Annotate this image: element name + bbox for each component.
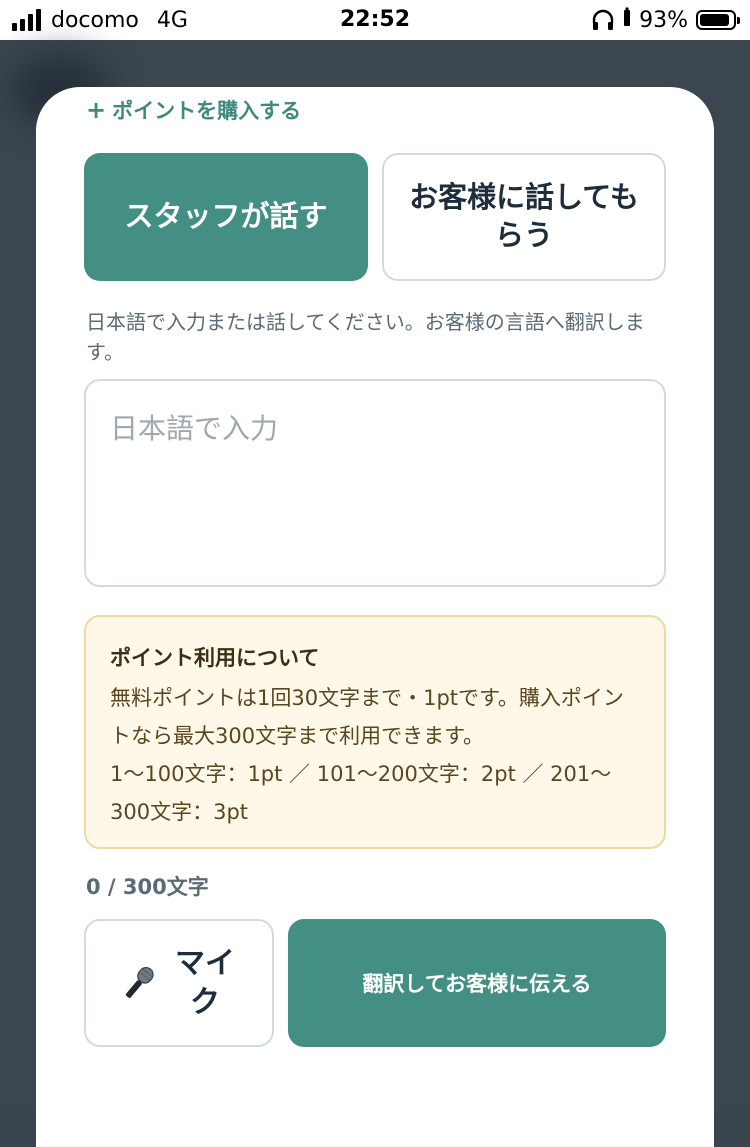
battery-icon <box>696 10 740 30</box>
notice-title: ポイント利用について <box>110 646 320 670</box>
status-right: 93% <box>591 0 740 40</box>
status-bar: docomo 4G 22:52 93% <box>0 0 750 40</box>
input-placeholder: 日本語で入力 <box>110 412 279 445</box>
points-notice: ポイント利用について 無料ポイントは1回30文字まで・1ptです。購入ポイントな… <box>84 615 666 849</box>
translation-sheet: + ポイントを購入する スタッフが話す お客様に話してもらう 日本語で入力または… <box>36 87 714 1147</box>
translate-send-button[interactable]: 翻訳してお客様に伝える <box>288 919 666 1047</box>
instruction-text: 日本語で入力または話してください。お客様の言語へ翻訳します。 <box>86 310 645 364</box>
mic-button[interactable]: マイク <box>84 919 274 1047</box>
notice-body: 無料ポイントは1回30文字まで・1ptです。購入ポイントなら最大300文字まで利… <box>110 679 640 831</box>
customer-speaks-label: お客様に話してもらう <box>409 180 639 252</box>
staff-speaks-label: スタッフが話す <box>124 199 328 234</box>
buy-points-link[interactable]: + ポイントを購入する <box>86 95 301 125</box>
translate-send-label: 翻訳してお客様に伝える <box>362 972 592 996</box>
char-counter: 0 / 300文字 <box>86 875 209 899</box>
notice-line-free: 無料ポイントは1回30文字まで・1ptです。購入ポイントなら最大300文字まで利… <box>110 686 624 748</box>
headphone-icon <box>591 9 615 31</box>
battery-percent: 93% <box>639 7 688 33</box>
notice-line-pricing: 1〜100文字：1pt ／ 101〜200文字：2pt ／ 201〜300文字：… <box>110 762 612 824</box>
battery-small-icon <box>623 7 631 33</box>
buy-points-label: ポイントを購入する <box>112 99 302 123</box>
plus-icon: + <box>86 96 107 124</box>
mic-label: マイク <box>175 946 235 1020</box>
customer-speaks-button[interactable]: お客様に話してもらう <box>382 153 666 281</box>
japanese-text-input[interactable]: 日本語で入力 <box>84 379 666 587</box>
staff-speaks-button[interactable]: スタッフが話す <box>84 153 368 281</box>
microphone-icon <box>118 962 160 1004</box>
